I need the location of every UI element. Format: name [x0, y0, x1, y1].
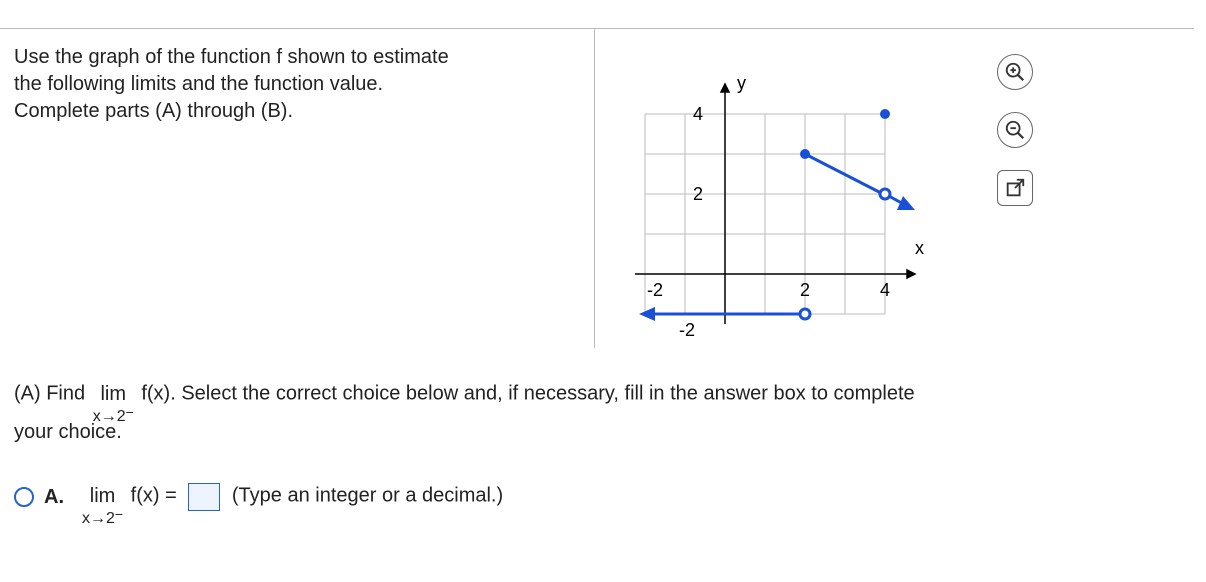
zoom-in-button[interactable] — [997, 54, 1033, 90]
svg-text:2: 2 — [800, 280, 810, 300]
y-axis-label: y — [737, 73, 746, 93]
prompt-line2: the following limits and the function va… — [14, 73, 383, 95]
question-prompt: Use the graph of the function f shown to… — [14, 44, 574, 350]
svg-text:-2: -2 — [647, 280, 663, 300]
popout-button[interactable] — [997, 170, 1033, 206]
x-axis-label: x — [915, 238, 924, 258]
function-graph: y x 4 2 -2 -2 2 4 — [615, 44, 985, 350]
answer-input[interactable] — [188, 483, 220, 511]
choice-a-label: A. — [44, 483, 64, 511]
zoom-in-icon — [1004, 61, 1026, 83]
prompt-line3: Complete parts (A) through (B). — [14, 100, 293, 122]
closed-point-2-3 — [800, 149, 810, 159]
vertical-divider — [594, 28, 595, 348]
open-point-4-2 — [880, 189, 890, 199]
svg-text:4: 4 — [880, 280, 890, 300]
prompt-line1: Use the graph of the function f shown to… — [14, 46, 449, 68]
part-a-question: (A) Find lim x→2− f(x). Select the corre… — [14, 370, 1166, 446]
svg-text:2: 2 — [693, 184, 703, 204]
zoom-out-icon — [1004, 119, 1026, 141]
choice-a-row: A. lim x→2− f(x) = (Type an integer or a… — [14, 472, 1166, 520]
popout-icon — [1004, 177, 1026, 199]
choice-a-radio[interactable] — [14, 487, 34, 507]
zoom-out-button[interactable] — [997, 112, 1033, 148]
open-point-2-neg1 — [800, 309, 810, 319]
answer-hint: (Type an integer or a decimal.) — [232, 485, 503, 507]
svg-text:4: 4 — [693, 104, 703, 124]
svg-text:-2: -2 — [679, 320, 695, 340]
closed-point-4-4 — [880, 109, 890, 119]
